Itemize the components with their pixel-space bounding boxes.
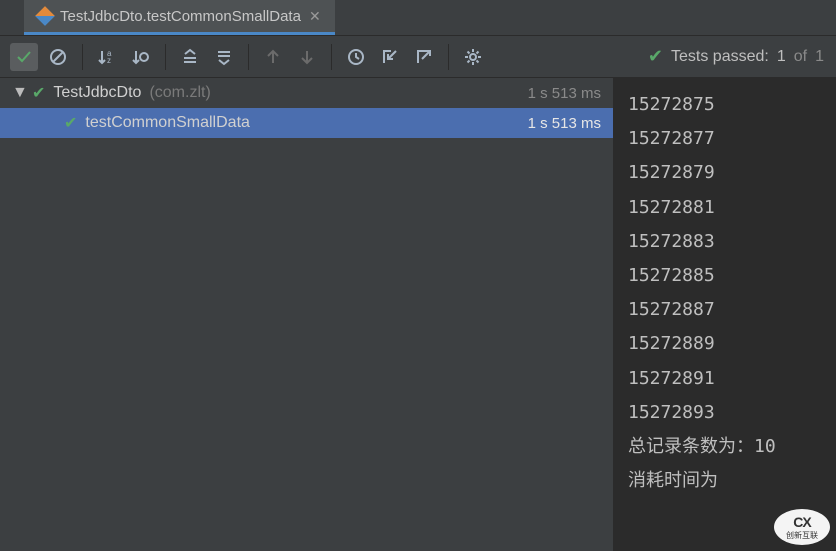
- separator: [248, 44, 249, 70]
- expand-group: [170, 43, 244, 71]
- check-icon: ✔: [64, 113, 77, 133]
- test-method-name: testCommonSmallData: [85, 114, 250, 132]
- tab-bar: TestJdbcDto.testCommonSmallData ✕: [0, 0, 836, 36]
- watermark-text2: 创新互联: [786, 530, 818, 541]
- status-total: 1: [815, 48, 824, 66]
- status-of: of: [794, 48, 807, 66]
- console-output[interactable]: 15272875 15272877 15272879 15272881 1527…: [614, 78, 836, 551]
- sort-duration-button[interactable]: [127, 43, 155, 71]
- separator: [82, 44, 83, 70]
- separator: [165, 44, 166, 70]
- sort-group: az: [87, 43, 161, 71]
- check-icon: ✔: [32, 83, 45, 103]
- watermark-text1: CX: [793, 514, 810, 530]
- show-passed-button[interactable]: [10, 43, 38, 71]
- import-tests-button[interactable]: [376, 43, 404, 71]
- tab-title: TestJdbcDto.testCommonSmallData: [60, 8, 301, 25]
- tree-root-row[interactable]: ▼ ✔ TestJdbcDto (com.zlt) 1 s 513 ms: [0, 78, 613, 108]
- prev-failed-button[interactable]: [259, 43, 287, 71]
- main-area: ▼ ✔ TestJdbcDto (com.zlt) 1 s 513 ms ✔ t…: [0, 78, 836, 551]
- show-ignored-button[interactable]: [44, 43, 72, 71]
- test-history-button[interactable]: [342, 43, 370, 71]
- next-failed-button[interactable]: [293, 43, 321, 71]
- test-status: ✔ Tests passed: 1 of 1: [648, 46, 832, 67]
- test-duration: 1 s 513 ms: [528, 115, 601, 132]
- test-package: (com.zlt): [149, 84, 210, 102]
- test-duration: 1 s 513 ms: [528, 85, 601, 102]
- history-group: [336, 43, 444, 71]
- separator: [331, 44, 332, 70]
- toolbar: az: [0, 36, 836, 78]
- chevron-down-icon[interactable]: ▼: [12, 84, 24, 102]
- settings-group: [453, 43, 493, 71]
- close-icon[interactable]: ✕: [309, 8, 321, 25]
- test-tree-panel[interactable]: ▼ ✔ TestJdbcDto (com.zlt) 1 s 513 ms ✔ t…: [0, 78, 614, 551]
- collapse-all-button[interactable]: [210, 43, 238, 71]
- status-count: 1: [777, 48, 786, 66]
- test-run-tab[interactable]: TestJdbcDto.testCommonSmallData ✕: [24, 0, 335, 35]
- filter-group: [4, 43, 78, 71]
- check-icon: ✔: [648, 46, 663, 67]
- tab-gutter: [0, 0, 24, 35]
- test-class-name: TestJdbcDto: [53, 84, 141, 102]
- run-config-icon: [35, 6, 55, 26]
- separator: [448, 44, 449, 70]
- nav-group: [253, 43, 327, 71]
- settings-button[interactable]: [459, 43, 487, 71]
- export-tests-button[interactable]: [410, 43, 438, 71]
- tree-test-row[interactable]: ✔ testCommonSmallData 1 s 513 ms: [0, 108, 613, 138]
- status-prefix: Tests passed:: [671, 48, 769, 66]
- expand-all-button[interactable]: [176, 43, 204, 71]
- watermark-logo: CX 创新互联: [774, 509, 830, 545]
- svg-text:z: z: [107, 56, 111, 65]
- sort-alpha-button[interactable]: az: [93, 43, 121, 71]
